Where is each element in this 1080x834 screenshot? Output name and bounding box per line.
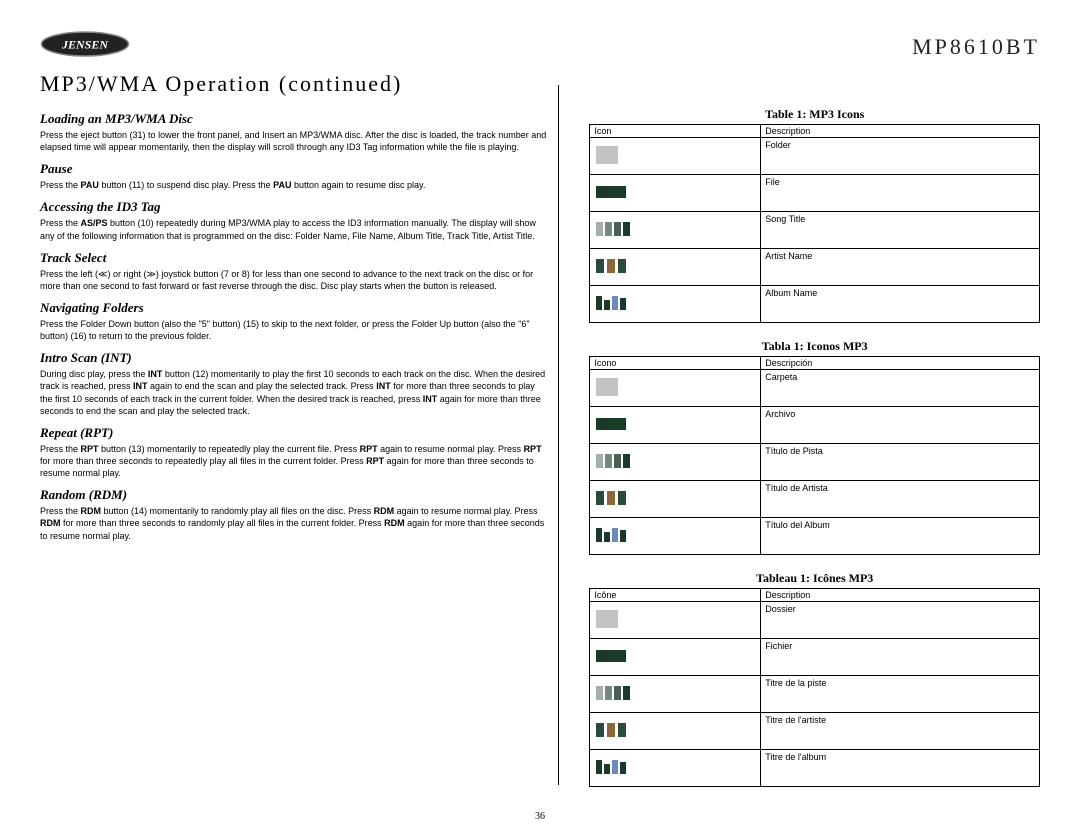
file-icon [596,650,626,662]
left-column: Loading an MP3/WMA Disc Press the eject … [40,103,569,803]
table2-title: Tabla 1: Iconos MP3 [589,339,1040,354]
section-rpt-title: Repeat (RPT) [40,425,549,441]
page-header: JENSEN MP8610BT [40,30,1040,63]
table1-row1: Folder [761,138,1040,175]
song-title-icon [596,222,630,236]
table2-row1: Carpeta [761,370,1040,407]
table1-row3: Song Title [761,212,1040,249]
folder-icon [596,610,618,628]
table2-header-icon: Icono [590,357,761,370]
table3-icones-mp3: IcôneDescription Dossier Fichier Titre d… [589,588,1040,787]
section-id3-text: Press the AS/PS button (10) repeatedly d… [40,217,549,241]
folder-icon [596,146,618,164]
file-icon [596,418,626,430]
jensen-logo: JENSEN [40,30,130,63]
section-id3-title: Accessing the ID3 Tag [40,199,549,215]
table3-row5: Titre de l'album [761,750,1040,787]
table3-row1: Dossier [761,602,1040,639]
column-divider [558,85,559,785]
album-name-icon [596,528,626,542]
section-rdm-title: Random (RDM) [40,487,549,503]
table1-mp3-icons: IconDescription Folder File Song Title A… [589,124,1040,323]
table2-row3: Título de Pista [761,444,1040,481]
section-nav-text: Press the Folder Down button (also the "… [40,318,549,342]
table1-header-icon: Icon [590,125,761,138]
table3-header-desc: Description [761,589,1040,602]
table1-row2: File [761,175,1040,212]
section-int-text: During disc play, press the INT button (… [40,368,549,417]
right-column: Table 1: MP3 Icons IconDescription Folde… [569,103,1040,803]
table2-header-desc: Descripción [761,357,1040,370]
artist-name-icon [596,723,626,737]
table1-row5: Album Name [761,286,1040,323]
song-title-icon [596,454,630,468]
section-loading-title: Loading an MP3/WMA Disc [40,111,549,127]
folder-icon [596,378,618,396]
table3-row4: Titre de l'artiste [761,713,1040,750]
file-icon [596,186,626,198]
table1-title: Table 1: MP3 Icons [589,107,1040,122]
table3-row2: Fichier [761,639,1040,676]
table2-row4: Título de Artista [761,481,1040,518]
section-rdm-text: Press the RDM button (14) momentarily to… [40,505,549,541]
page-title: MP3/WMA Operation (continued) [40,71,1040,97]
content-columns: Loading an MP3/WMA Disc Press the eject … [40,103,1040,803]
section-rpt-text: Press the RPT button (13) momentarily to… [40,443,549,479]
table2-row5: Título del Album [761,518,1040,555]
table3-title: Tableau 1: Icônes MP3 [589,571,1040,586]
svg-text:JENSEN: JENSEN [61,38,109,52]
artist-name-icon [596,259,626,273]
album-name-icon [596,296,626,310]
table2-row2: Archivo [761,407,1040,444]
song-title-icon [596,686,630,700]
section-nav-title: Navigating Folders [40,300,549,316]
section-loading-text: Press the eject button (31) to lower the… [40,129,549,153]
section-int-title: Intro Scan (INT) [40,350,549,366]
table1-row4: Artist Name [761,249,1040,286]
table3-header-icon: Icône [590,589,761,602]
album-name-icon [596,760,626,774]
table3-row3: Titre de la piste [761,676,1040,713]
section-pause-title: Pause [40,161,549,177]
section-track-text: Press the left (≪) or right (≫) joystick… [40,268,549,292]
artist-name-icon [596,491,626,505]
section-track-title: Track Select [40,250,549,266]
section-pause-text: Press the PAU button (11) to suspend dis… [40,179,549,191]
table2-iconos-mp3: IconoDescripción Carpeta Archivo Título … [589,356,1040,555]
page-number: 36 [0,811,1080,822]
model-number: MP8610BT [912,34,1040,60]
table1-header-desc: Description [761,125,1040,138]
